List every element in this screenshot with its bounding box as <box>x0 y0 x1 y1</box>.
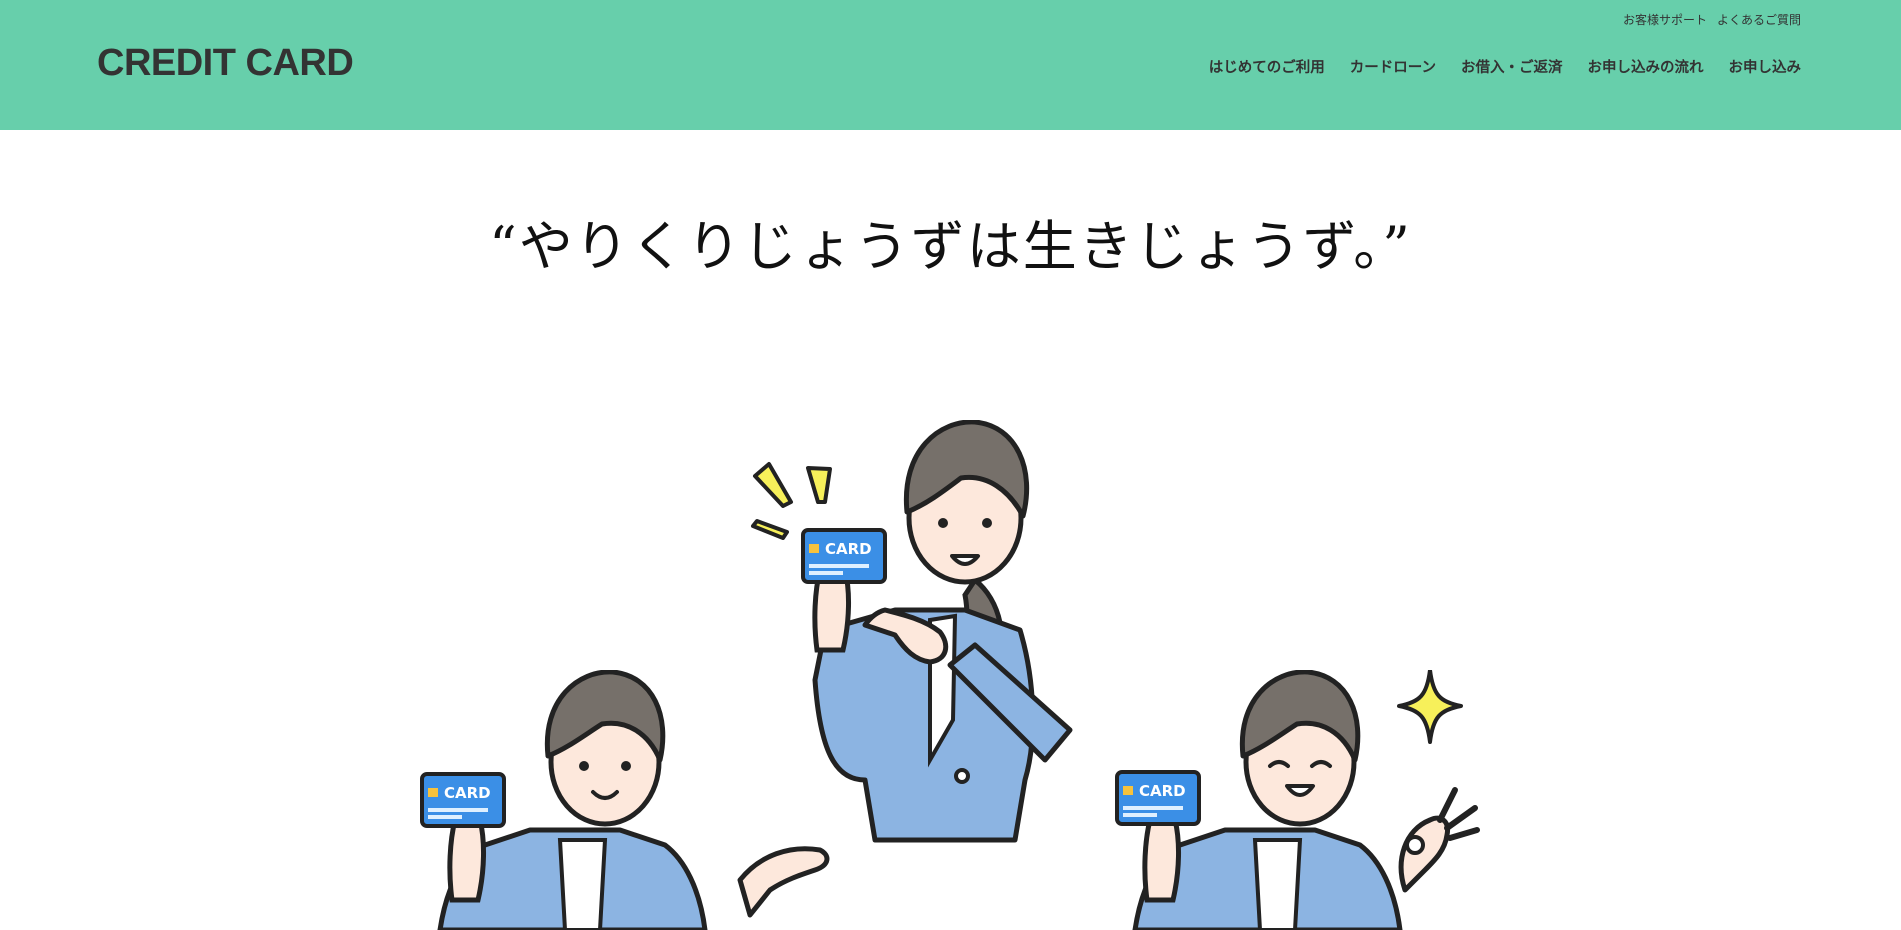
nav-item-first-time[interactable]: はじめてのご利用 <box>1209 56 1325 77</box>
sparkle-icon <box>1397 670 1463 744</box>
nav-item-card-loan[interactable]: カードローン <box>1350 56 1436 77</box>
woman-ok-sign-figure: CARD <box>1115 670 1480 930</box>
woman-presenting-card-figure: CARD <box>420 670 830 930</box>
utility-nav: お客様サポート よくあるご質問 <box>1623 11 1801 28</box>
hero-title: “やりくりじょうずは生きじょうず。” <box>489 215 1412 278</box>
card-label: CARD <box>1139 782 1186 800</box>
site-logo[interactable]: CREDIT CARD <box>97 42 354 85</box>
nav-link-support[interactable]: お客様サポート <box>1623 11 1707 28</box>
site-header: CREDIT CARD お客様サポート よくあるご質問 はじめてのご利用 カード… <box>0 0 1901 130</box>
card-label: CARD <box>825 540 872 558</box>
main-nav: はじめてのご利用 カードローン お借入・ご返済 お申し込みの流れ お申し込み <box>1209 56 1801 77</box>
accent-burst-icon <box>751 519 789 540</box>
nav-item-application-flow[interactable]: お申し込みの流れ <box>1588 56 1704 77</box>
nav-link-faq[interactable]: よくあるご質問 <box>1717 11 1801 28</box>
nav-item-apply[interactable]: お申し込み <box>1729 56 1802 77</box>
card-label: CARD <box>444 784 491 802</box>
nav-item-borrow-repay[interactable]: お借入・ご返済 <box>1461 56 1563 77</box>
